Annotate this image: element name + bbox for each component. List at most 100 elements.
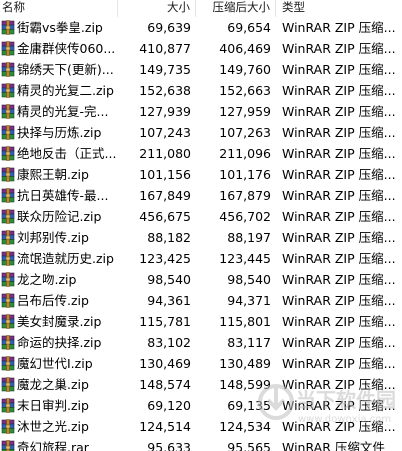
file-name-cell: 末日审判.zip xyxy=(0,395,118,416)
file-name: 抗日英雄传-最... xyxy=(17,188,109,203)
file-type: WinRAR ZIP 压缩... xyxy=(282,230,396,245)
file-size: 69,120 xyxy=(147,398,191,413)
column-header-type[interactable]: 类型 xyxy=(276,0,402,17)
winrar-archive-icon xyxy=(1,209,15,224)
file-name: 抉择与历炼.zip xyxy=(17,125,102,140)
file-row[interactable]: 精灵的光复二.zip 152,638 152,663 WinRAR ZIP 压缩... xyxy=(0,80,402,101)
file-name-cell: 沐世之光.zip xyxy=(0,416,118,437)
file-size: 148,574 xyxy=(139,377,191,392)
file-size: 98,540 xyxy=(147,272,191,287)
file-row[interactable]: 精灵的光复-完... 127,939 127,959 WinRAR ZIP 压缩... xyxy=(0,101,402,122)
winrar-archive-icon xyxy=(1,230,15,245)
winrar-archive-icon xyxy=(1,104,15,119)
file-row[interactable]: 金庸群侠传060... 410,877 406,469 WinRAR ZIP 压缩..… xyxy=(0,38,402,59)
file-name: 精灵的光复-完... xyxy=(17,104,109,119)
file-row[interactable]: 抉择与历炼.zip 107,243 107,263 WinRAR ZIP 压缩... xyxy=(0,122,402,143)
file-packed-size: 148,599 xyxy=(219,377,271,392)
column-header-name[interactable]: 名称 xyxy=(0,0,118,17)
file-type: WinRAR ZIP 压缩... xyxy=(282,272,396,287)
file-name: 联众历险记.zip xyxy=(17,209,102,224)
file-packed-size: 115,801 xyxy=(219,314,271,329)
file-name-cell: 街霸vs拳皇.zip xyxy=(0,17,118,38)
file-name: 吕布后传.zip xyxy=(17,293,89,308)
file-name-cell: 奇幻旅程.rar xyxy=(0,437,118,451)
file-row[interactable]: 沐世之光.zip 124,514 124,534 WinRAR ZIP 压缩... xyxy=(0,416,402,437)
winrar-archive-icon xyxy=(1,377,15,392)
winrar-archive-icon xyxy=(1,251,15,266)
file-packed-size: 69,135 xyxy=(227,398,271,413)
column-header-size[interactable]: 大小 xyxy=(118,0,196,17)
file-type: WinRAR ZIP 压缩... xyxy=(282,314,396,329)
file-name-cell: 联众历险记.zip xyxy=(0,206,118,227)
file-name: 美女封魔录.zip xyxy=(17,314,102,329)
file-row[interactable]: 奇幻旅程.rar 95,633 95,565 WinRAR 压缩文件 xyxy=(0,437,402,451)
file-name: 康熙王朝.zip xyxy=(17,167,89,182)
file-type: WinRAR ZIP 压缩... xyxy=(282,398,396,413)
file-size: 101,156 xyxy=(139,167,191,182)
file-row[interactable]: 命运的抉择.zip 83,102 83,117 WinRAR ZIP 压缩... xyxy=(0,332,402,353)
file-row[interactable]: 康熙王朝.zip 101,156 101,176 WinRAR ZIP 压缩... xyxy=(0,164,402,185)
winrar-archive-icon xyxy=(1,188,15,203)
file-name: 绝地反击（正式... xyxy=(17,146,117,161)
file-size: 130,469 xyxy=(139,356,191,371)
winrar-archive-icon xyxy=(1,356,15,371)
winrar-archive-icon xyxy=(1,167,15,182)
file-row[interactable]: 锦绣天下(更新)... 149,735 149,760 WinRAR ZIP 压缩..… xyxy=(0,59,402,80)
file-row[interactable]: 联众历险记.zip 456,675 456,702 WinRAR ZIP 压缩... xyxy=(0,206,402,227)
file-row[interactable]: 魔龙之巢.zip 148,574 148,599 WinRAR ZIP 压缩... xyxy=(0,374,402,395)
file-packed-size: 94,371 xyxy=(227,293,271,308)
file-type: WinRAR ZIP 压缩... xyxy=(282,293,396,308)
file-list-view: 名称 大小 压缩后大小 类型 街霸vs拳皇.zip 69,639 69,654 Win… xyxy=(0,0,402,451)
winrar-archive-icon xyxy=(1,20,15,35)
file-size: 95,633 xyxy=(147,440,191,451)
winrar-archive-icon xyxy=(1,293,15,308)
file-size: 94,361 xyxy=(147,293,191,308)
winrar-archive-icon xyxy=(1,272,15,287)
file-row[interactable]: 流氓造就历史.zip 123,425 123,445 WinRAR ZIP 压缩... xyxy=(0,248,402,269)
file-packed-size: 107,263 xyxy=(219,125,271,140)
file-rows: 街霸vs拳皇.zip 69,639 69,654 WinRAR ZIP 压缩... 金庸… xyxy=(0,17,402,451)
file-size: 211,080 xyxy=(139,146,191,161)
file-size: 456,675 xyxy=(139,209,191,224)
file-row[interactable]: 刘邦别传.zip 88,182 88,197 WinRAR ZIP 压缩... xyxy=(0,227,402,248)
file-row[interactable]: 魔幻世代I.zip 130,469 130,489 WinRAR ZIP 压缩... xyxy=(0,353,402,374)
winrar-archive-icon xyxy=(1,398,15,413)
winrar-archive-icon xyxy=(1,146,15,161)
file-name: 沐世之光.zip xyxy=(17,419,89,434)
file-name: 街霸vs拳皇.zip xyxy=(17,20,103,35)
file-packed-size: 98,540 xyxy=(227,272,271,287)
file-type: WinRAR ZIP 压缩... xyxy=(282,41,396,56)
file-type: WinRAR ZIP 压缩... xyxy=(282,62,396,77)
file-size: 69,639 xyxy=(147,20,191,35)
column-header-row: 名称 大小 压缩后大小 类型 xyxy=(0,0,402,17)
file-name: 末日审判.zip xyxy=(17,398,89,413)
file-size: 410,877 xyxy=(139,41,191,56)
file-name-cell: 龙之吻.zip xyxy=(0,269,118,290)
file-packed-size: 95,565 xyxy=(227,440,271,451)
file-name: 精灵的光复二.zip xyxy=(17,83,114,98)
file-type: WinRAR ZIP 压缩... xyxy=(282,146,396,161)
file-row[interactable]: 抗日英雄传-最... 167,849 167,879 WinRAR ZIP 压缩... xyxy=(0,185,402,206)
file-packed-size: 406,469 xyxy=(219,41,271,56)
file-type: WinRAR ZIP 压缩... xyxy=(282,209,396,224)
file-row[interactable]: 街霸vs拳皇.zip 69,639 69,654 WinRAR ZIP 压缩... xyxy=(0,17,402,38)
file-row[interactable]: 绝地反击（正式... 211,080 211,096 WinRAR ZIP 压缩... xyxy=(0,143,402,164)
file-type: WinRAR ZIP 压缩... xyxy=(282,377,396,392)
file-name: 龙之吻.zip xyxy=(17,272,77,287)
file-row[interactable]: 吕布后传.zip 94,361 94,371 WinRAR ZIP 压缩... xyxy=(0,290,402,311)
file-name: 刘邦别传.zip xyxy=(17,230,89,245)
winrar-archive-icon xyxy=(1,419,15,434)
file-type: WinRAR ZIP 压缩... xyxy=(282,125,396,140)
winrar-archive-icon xyxy=(1,83,15,98)
file-name-cell: 刘邦别传.zip xyxy=(0,227,118,248)
winrar-archive-icon xyxy=(1,62,15,77)
file-row[interactable]: 末日审判.zip 69,120 69,135 WinRAR ZIP 压缩... xyxy=(0,395,402,416)
file-row[interactable]: 美女封魔录.zip 115,781 115,801 WinRAR ZIP 压缩... xyxy=(0,311,402,332)
file-type: WinRAR ZIP 压缩... xyxy=(282,188,396,203)
column-header-packed-size[interactable]: 压缩后大小 xyxy=(196,0,276,17)
file-packed-size: 152,663 xyxy=(219,83,271,98)
file-name-cell: 金庸群侠传060... xyxy=(0,38,118,59)
winrar-archive-icon xyxy=(1,335,15,350)
file-row[interactable]: 龙之吻.zip 98,540 98,540 WinRAR ZIP 压缩... xyxy=(0,269,402,290)
file-name: 流氓造就历史.zip xyxy=(17,251,114,266)
